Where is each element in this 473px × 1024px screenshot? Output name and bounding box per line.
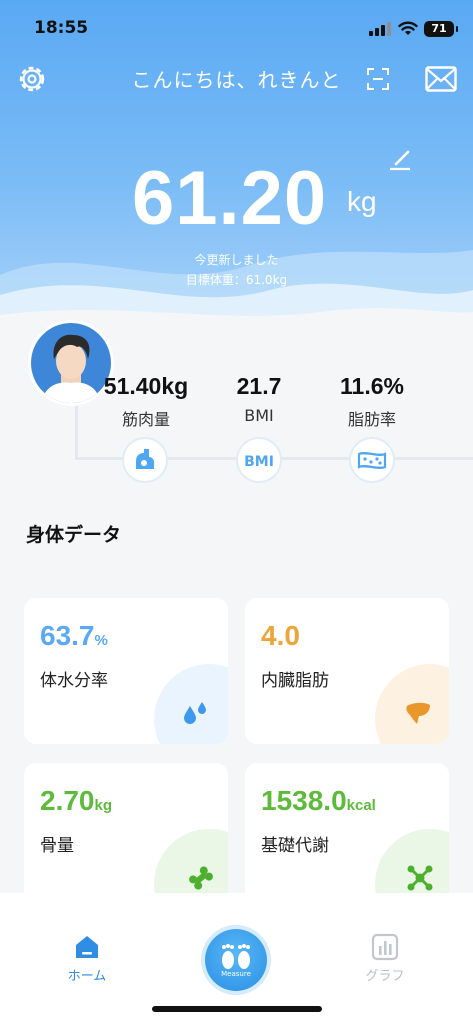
basal-metabolism-label: 基礎代謝 <box>261 836 329 856</box>
home-indicator <box>152 1006 322 1012</box>
bone-mass-unit: kg <box>94 797 113 814</box>
edit-pencil-icon[interactable] <box>388 148 412 172</box>
bone-mass-value-row: 2.70kg <box>40 785 112 817</box>
body-water-value-row: 63.7% <box>40 620 108 652</box>
body-fat-icon[interactable] <box>349 437 395 483</box>
mail-icon[interactable] <box>425 66 457 92</box>
footprints-icon <box>222 944 250 969</box>
weight-unit: kg <box>347 186 377 217</box>
bmi-value: 21.7 <box>236 373 282 399</box>
updated-status: 今更新しました <box>194 253 279 267</box>
card-basal-metabolism[interactable]: 1538.0kcal 基礎代謝 <box>245 763 449 903</box>
scan-icon[interactable] <box>366 67 390 91</box>
tab-graph-label: グラフ <box>365 969 405 984</box>
bone-icon <box>189 866 213 890</box>
water-drop-icon <box>184 702 206 724</box>
greeting-title: こんにちは、れきんと <box>131 68 342 92</box>
battery-indicator: 71 <box>424 21 458 37</box>
bar-chart-icon <box>371 933 399 961</box>
body-water-unit: % <box>94 632 108 649</box>
cellular-signal-icon <box>369 22 391 36</box>
basal-metabolism-value: 1538.0 <box>261 785 347 816</box>
status-time: 18:55 <box>34 18 89 38</box>
metric-muscle-mass: 51.40kg 筋肉量 <box>86 373 206 430</box>
bmi-label: BMI <box>244 406 274 425</box>
muscle-mass-value: 51.40kg <box>103 373 189 399</box>
body-fat-value: 11.6% <box>340 373 404 399</box>
basal-metabolism-value-row: 1538.0kcal <box>261 785 376 817</box>
tab-home-label: ホーム <box>67 969 107 984</box>
body-water-value: 63.7 <box>40 620 95 651</box>
body-fat-label: 脂肪率 <box>347 410 396 429</box>
molecule-icon <box>407 865 433 891</box>
body-water-label: 体水分率 <box>40 671 108 691</box>
target-weight: 目標体重：61.0kg <box>185 273 288 287</box>
connector-line <box>75 405 78 460</box>
current-weight: 61.20 <box>132 156 328 241</box>
card-visceral-fat[interactable]: 4.0 内臓脂肪 <box>245 598 449 744</box>
section-title-body-data: 身体データ <box>26 524 122 546</box>
bone-mass-value: 2.70 <box>40 785 95 816</box>
muscle-mass-label: 筋肉量 <box>121 410 170 429</box>
measure-label: Measure <box>221 970 251 978</box>
tab-home[interactable]: ホーム <box>47 933 127 984</box>
bone-mass-label: 骨量 <box>40 836 74 856</box>
metric-body-fat: 11.6% 脂肪率 <box>312 373 432 430</box>
bmi-icon[interactable]: BMI <box>236 437 282 483</box>
basal-metabolism-unit: kcal <box>346 797 376 814</box>
liver-icon <box>406 702 430 724</box>
tab-graph[interactable]: グラフ <box>345 933 425 984</box>
card-bone-mass[interactable]: 2.70kg 骨量 <box>24 763 228 903</box>
measure-button[interactable]: Measure <box>205 929 267 991</box>
wifi-icon <box>398 21 418 35</box>
card-body-water[interactable]: 63.7% 体水分率 <box>24 598 228 744</box>
visceral-fat-label: 内臓脂肪 <box>261 671 329 691</box>
visceral-fat-value: 4.0 <box>261 620 300 651</box>
visceral-fat-value-row: 4.0 <box>261 620 300 652</box>
home-icon <box>76 936 98 958</box>
muscle-icon[interactable] <box>122 437 168 483</box>
metric-bmi: 21.7 BMI <box>199 373 319 425</box>
status-bar: 18:55 71 <box>0 18 473 42</box>
svg-text:BMI: BMI <box>244 454 274 470</box>
